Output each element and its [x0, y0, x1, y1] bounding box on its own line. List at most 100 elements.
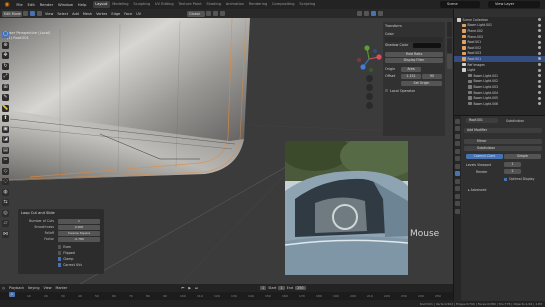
inset-tool-icon[interactable]: ▣ [2, 125, 9, 133]
vp-menu-add[interactable]: Add [70, 12, 81, 16]
visibility-eye-icon[interactable] [538, 35, 541, 39]
navigation-gizmo[interactable] [355, 45, 383, 73]
shading-material-icon[interactable] [378, 11, 384, 16]
play-icon[interactable]: ▶ [186, 286, 193, 290]
rip-tool-icon[interactable]: ⋈ [2, 230, 9, 238]
extrude-tool-icon[interactable]: ⬆ [2, 115, 9, 122]
visibility-eye-icon[interactable] [538, 51, 541, 55]
simple-button[interactable]: Simple [504, 154, 541, 159]
shrink-tool-icon[interactable]: ◎ [2, 209, 9, 217]
particles-tab-icon[interactable] [455, 178, 460, 184]
visibility-eye-icon[interactable] [538, 23, 541, 27]
cuts-field[interactable]: 1 [58, 219, 100, 224]
timeline[interactable]: ◷ Playback Keying View Marker ⏮ ▶ ⏭ 1 St… [0, 284, 453, 301]
material-tab-icon[interactable] [455, 208, 460, 214]
vp-menu-select[interactable]: Select [55, 12, 70, 16]
end-field[interactable]: 250 [295, 285, 306, 290]
mirror-modifier-header[interactable]: Mirror [464, 139, 542, 144]
tab-uv-editing[interactable]: UV Editing [153, 1, 177, 8]
tl-menu-keying[interactable]: Keying [26, 286, 41, 290]
vp-menu-edge[interactable]: Edge [109, 12, 122, 16]
origin-mode[interactable]: Area [401, 67, 421, 72]
outliner[interactable]: Scene Collection Boom Light.001 Plane.002 P… [453, 9, 545, 115]
output-tab-icon[interactable] [455, 133, 460, 139]
visibility-eye-icon[interactable] [538, 96, 541, 100]
spin-tool-icon[interactable]: ◌ [2, 178, 9, 185]
scene-tab-icon[interactable] [455, 148, 460, 154]
perspective-toggle-icon[interactable] [366, 102, 373, 109]
even-checkbox[interactable]: Even [58, 245, 71, 249]
zoom-icon[interactable] [366, 75, 373, 82]
display-filter[interactable]: Display Filter [385, 58, 443, 63]
factor-field[interactable]: -0.789 [58, 237, 100, 242]
face-select-icon[interactable] [37, 11, 42, 16]
tl-menu-playback[interactable]: Playback [7, 286, 26, 290]
cursor-tool-icon[interactable]: ⊕ [2, 41, 9, 49]
jump-end-icon[interactable]: ⏭ [193, 286, 200, 290]
vertex-select-icon[interactable] [23, 11, 28, 16]
shading-solid-icon[interactable] [371, 11, 377, 16]
data-tab-icon[interactable] [455, 201, 460, 206]
constraints-tab-icon[interactable] [455, 193, 460, 199]
tab-scripting[interactable]: Scripting [297, 1, 318, 8]
advanced-panel[interactable]: ▸ Advanced [468, 188, 486, 192]
tab-animation[interactable]: Animation [223, 1, 246, 8]
pan-icon[interactable] [366, 84, 373, 91]
vp-menu-view[interactable]: View [43, 12, 55, 16]
shadow-color-swatch[interactable] [413, 43, 441, 48]
edge-slide-tool-icon[interactable]: ⇆ [2, 199, 9, 206]
visibility-eye-icon[interactable] [538, 85, 541, 89]
smooth-tool-icon[interactable]: ◍ [2, 188, 9, 196]
local-operator-check[interactable]: Local Operator [385, 89, 415, 93]
render-levels-field[interactable]: 2 [504, 169, 521, 174]
jump-start-icon[interactable]: ⏮ [179, 286, 186, 290]
menu-render[interactable]: Render [37, 2, 55, 7]
camera-view-icon[interactable] [366, 93, 373, 100]
scale-tool-icon[interactable]: ⤢ [2, 73, 9, 80]
sidebar-tab-view[interactable] [447, 54, 452, 69]
pivot-icon[interactable] [206, 11, 212, 16]
flipped-checkbox[interactable]: Flipped [58, 251, 75, 255]
subsurf-modifier-header[interactable]: Subdivision [464, 146, 542, 151]
3d-viewport[interactable]: Edit Mode View Select Add Mesh Vertex Ed… [0, 9, 453, 284]
mode-selector[interactable]: Edit Mode [2, 10, 22, 17]
smoothness-field[interactable]: 0.000 [58, 225, 100, 230]
optimal-display-check[interactable]: Optimal Display [504, 177, 534, 181]
visibility-eye-icon[interactable] [538, 102, 541, 106]
overlay-icon[interactable] [357, 11, 363, 16]
menu-help[interactable]: Help [75, 2, 88, 7]
clamp-checkbox[interactable]: Clamp [58, 257, 73, 261]
correct-uvs-checkbox[interactable]: Correct UVs [58, 263, 82, 267]
visibility-eye-icon[interactable] [538, 91, 541, 95]
scene-selector[interactable]: Scene [440, 1, 480, 8]
orientation-selector[interactable]: Global [187, 10, 206, 17]
set-origin-button[interactable]: Set Origin [401, 81, 442, 86]
visibility-eye-icon[interactable] [538, 46, 541, 50]
visibility-eye-icon[interactable] [538, 57, 541, 61]
transform-tool-icon[interactable]: ⊞ [2, 83, 9, 91]
proportional-edit-icon[interactable] [220, 11, 226, 16]
levels-viewport-field[interactable]: 1 [504, 162, 521, 167]
view-layer-tab-icon[interactable] [455, 141, 460, 146]
tab-modeling[interactable]: Modeling [110, 1, 131, 8]
blender-logo-icon[interactable]: ◉ [3, 1, 11, 8]
visibility-eye-icon[interactable] [538, 79, 541, 83]
select-box-tool-icon[interactable]: ▢ [2, 31, 9, 38]
sidebar-tab-item[interactable] [447, 22, 452, 37]
tab-compositing[interactable]: Compositing [270, 1, 297, 8]
tl-editor-icon[interactable]: ◷ [0, 286, 7, 290]
catmull-clark-button[interactable]: Catmull-Clark [466, 154, 503, 159]
rotate-tool-icon[interactable]: ↻ [2, 62, 9, 70]
offset-y[interactable]: 90 [422, 74, 442, 79]
tab-shading[interactable]: Shading [204, 1, 223, 8]
menu-edit[interactable]: Edit [25, 2, 37, 7]
tab-rendering[interactable]: Rendering [247, 1, 270, 8]
sidebar-tab-tool[interactable] [447, 38, 452, 53]
tl-menu-marker[interactable]: Marker [54, 286, 70, 290]
vp-menu-mesh[interactable]: Mesh [81, 12, 94, 16]
visibility-eye-icon[interactable] [538, 18, 541, 22]
falloff-select[interactable]: Inverse Square [58, 231, 100, 236]
color-field[interactable] [385, 37, 443, 42]
xray-icon[interactable] [364, 11, 370, 16]
render-tab-icon[interactable] [455, 126, 460, 131]
